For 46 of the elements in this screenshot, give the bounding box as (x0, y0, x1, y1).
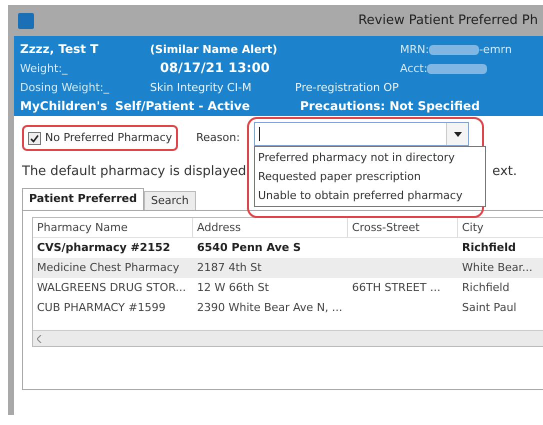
text-cursor-icon (259, 127, 260, 141)
table-cell-text: 2187 4th St (196, 260, 263, 276)
table-cell-text: 66TH STREET ... (351, 280, 442, 296)
column-header[interactable]: City (458, 218, 543, 237)
column-header[interactable]: Address (193, 218, 348, 237)
table-cell-text: 12 W 66th St (196, 280, 270, 296)
column-header[interactable]: Cross-Street (348, 218, 458, 237)
unit-name: Skin Integrity CI-M (150, 80, 252, 96)
table-cell-text: WALGREENS DRUG STOR... (36, 280, 187, 296)
table-cell-text: Richfield (461, 280, 510, 296)
redacted-value (429, 45, 480, 55)
organization-name: MyChildren's (20, 98, 108, 115)
acct-label: Acct: (400, 61, 428, 77)
precautions: Precautions: Not Specified (300, 98, 480, 115)
checkbox-label: No Preferred Pharmacy (45, 130, 172, 146)
column-header[interactable]: Pharmacy Name (33, 218, 193, 237)
mrn-label: MRN: (400, 42, 430, 58)
checkbox[interactable] (28, 132, 41, 144)
table-cell-text: Medicine Chest Pharmacy (36, 260, 180, 276)
redacted-value (427, 64, 488, 74)
dosing-weight-label: Dosing Weight:_ (20, 80, 110, 96)
tab[interactable]: Patient Preferred (22, 188, 144, 210)
window-title: Review Patient Preferred Ph (358, 12, 538, 30)
patient-name: Zzzz, Test T (20, 41, 100, 58)
dropdown-option[interactable]: Preferred pharmacy not in directory (255, 148, 485, 167)
dropdown-option[interactable]: Requested paper prescription (255, 167, 485, 186)
table-cell-text: 6540 Penn Ave S (196, 240, 302, 256)
patient-status: Self/Patient - Active (115, 98, 251, 115)
tab[interactable]: Search (144, 191, 196, 210)
notice-text: The default pharmacy is displayed (22, 163, 246, 180)
scroll-left-icon[interactable] (37, 334, 42, 342)
table-cell-text: CUB PHARMACY #1599 (36, 300, 167, 316)
dropdown-option[interactable]: Unable to obtain preferred pharmacy (255, 186, 485, 205)
table-cell-text: 2390 White Bear Ave N, ... (196, 300, 344, 316)
mrn-suffix: -emrn (479, 42, 512, 58)
table-cell-text: Richfield (461, 240, 517, 256)
table-cell-text: White Bear... (461, 260, 534, 276)
encounter-date: 08/17/21 13:00 (160, 60, 271, 78)
alert-text: (Similar Name Alert) (150, 42, 278, 58)
encounter-type: Pre-registration OP (295, 80, 399, 96)
notice-text-end: ext. (492, 163, 517, 180)
reason-label: Reason: (196, 130, 240, 146)
table-cell-text: Saint Paul (461, 300, 518, 316)
table-row[interactable]: Medicine Chest Pharmacy 2187 4th St White Bear... (33, 258, 543, 278)
table-cell-text: CVS/pharmacy #2152 (36, 240, 172, 256)
weight-label: Weight:_ (20, 61, 69, 77)
